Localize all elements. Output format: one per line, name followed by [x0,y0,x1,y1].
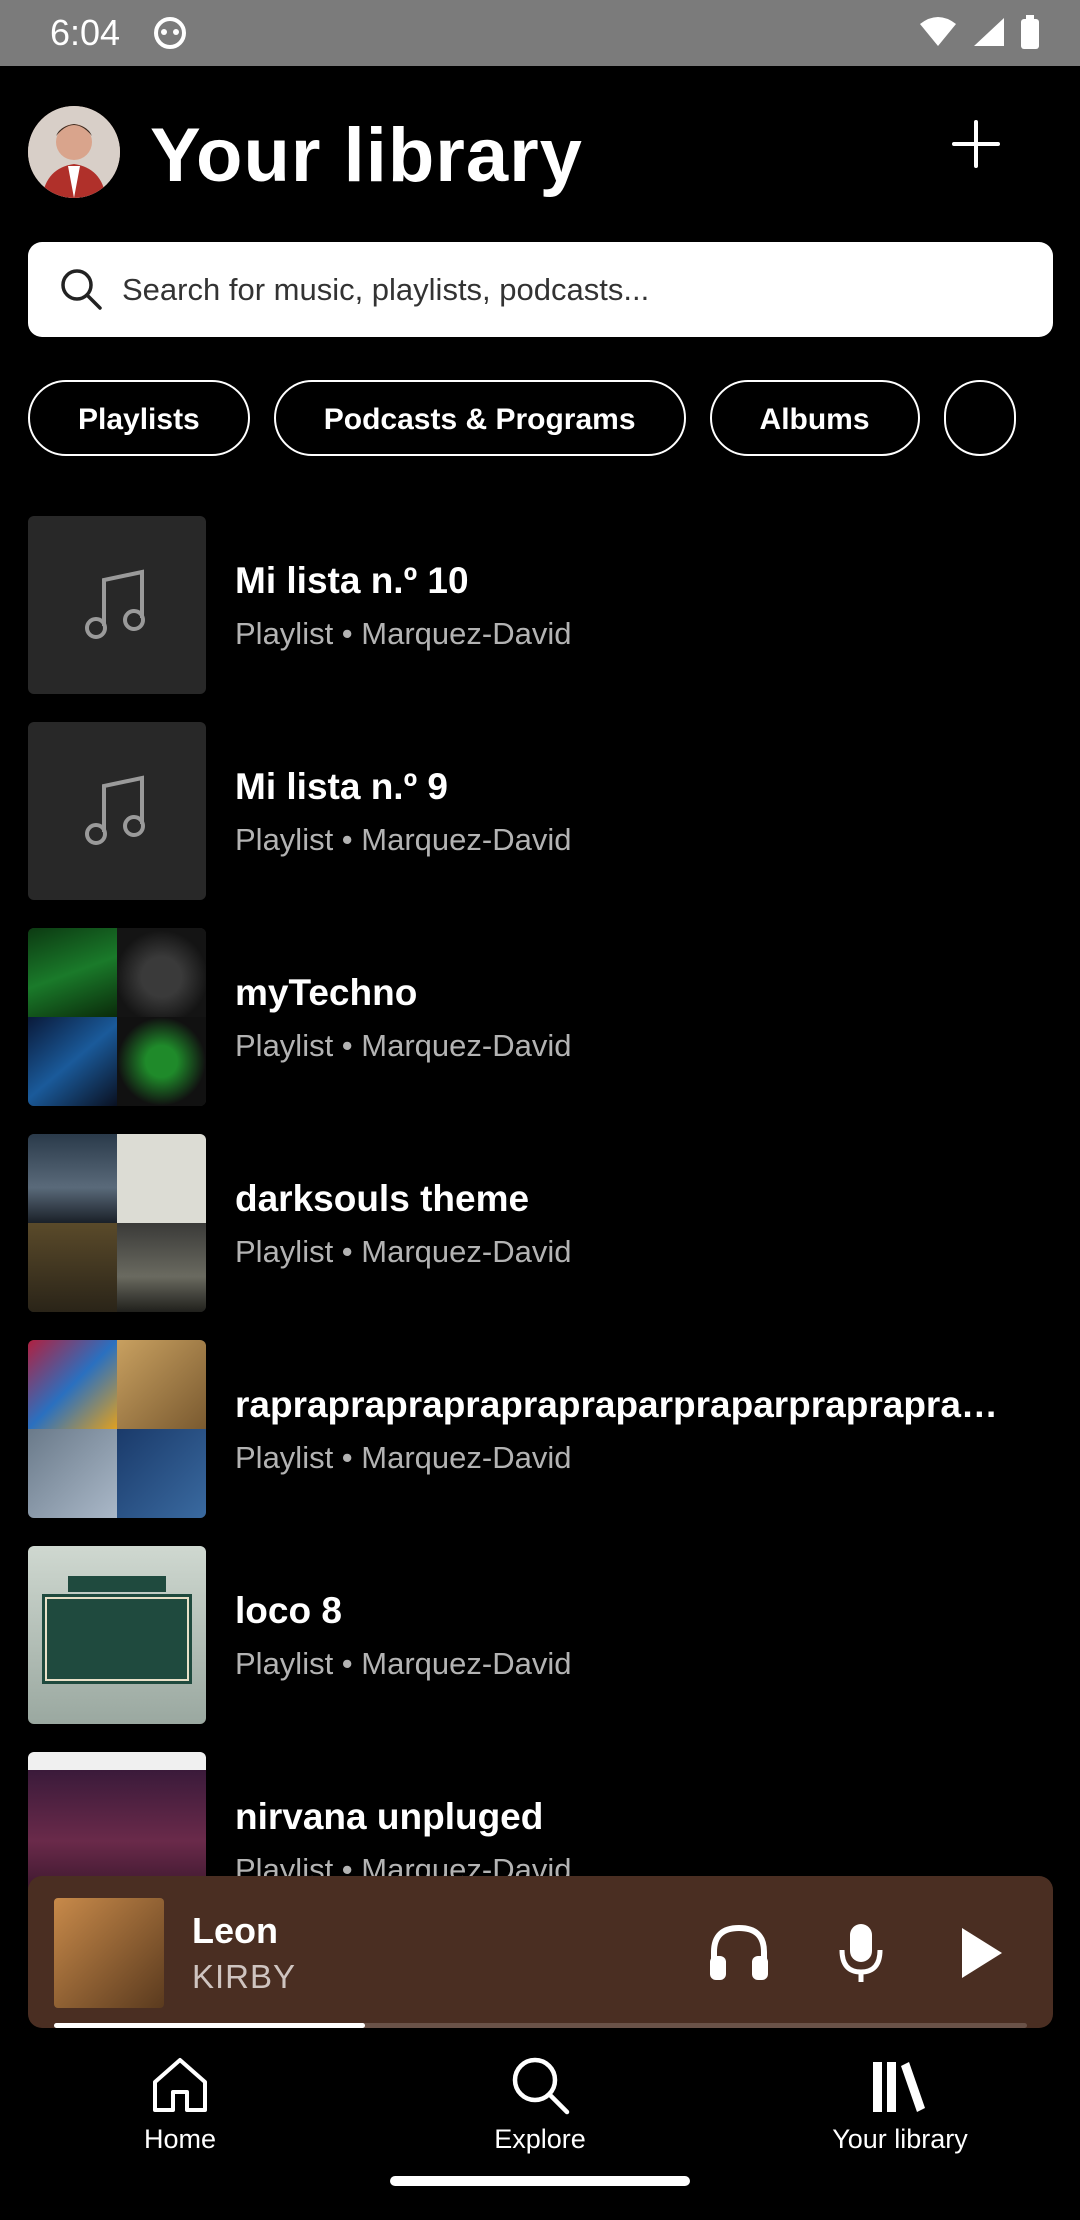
status-bar: 6:04 [0,0,1080,66]
nav-explore-label: Explore [494,2124,586,2154]
battery-icon [1021,15,1039,49]
notification-icon [154,17,186,49]
library-list: Mi lista n.º 10 Playlist • Marquez-David… [0,516,1080,1958]
search-icon [512,2057,570,2115]
now-playing-art [54,1898,164,2008]
filter-more[interactable] [943,380,1016,456]
playlist-cover [28,1134,206,1312]
gesture-home-bar[interactable] [390,2176,690,2186]
item-title: darksouls theme [235,1178,530,1219]
nav-home[interactable]: Home [70,2052,290,2155]
mini-player[interactable]: Leon KIRBY [28,1876,1053,2028]
item-subtitle: Playlist • Marquez-David [235,1234,572,1269]
music-note-icon [85,775,145,845]
list-item[interactable]: raprapraprapraprapraparpraparprapraprapr… [0,1340,1080,1546]
item-title: loco 8 [235,1590,342,1631]
page-title: Your library [150,113,583,198]
bottom-navigation: Home Explore Your library [0,2040,1080,2220]
status-time: 6:04 [50,12,121,53]
signal-icon [974,18,1004,46]
playlist-cover [28,1546,206,1724]
headphones-icon[interactable] [706,1920,772,1986]
music-note-icon [85,569,145,639]
playlist-cover [28,516,206,694]
filter-podcasts-programs[interactable]: Podcasts & Programs [273,380,686,456]
item-subtitle: Playlist • Marquez-David [235,616,572,651]
profile-avatar[interactable] [28,106,120,198]
now-playing-song: Leon [192,1910,278,1951]
playback-progress[interactable] [54,2023,1027,2028]
item-title: Mi lista n.º 9 [235,766,448,807]
home-icon [153,2058,207,2112]
now-playing-artist: KIRBY [192,1958,297,1995]
item-subtitle: Playlist • Marquez-David [235,822,572,857]
playlist-cover [28,722,206,900]
list-item[interactable]: loco 8 Playlist • Marquez-David [0,1546,1080,1752]
wifi-icon [920,17,956,46]
plus-icon[interactable] [950,118,1002,170]
item-subtitle: Playlist • Marquez-David [235,1440,572,1475]
list-item[interactable]: Mi lista n.º 10 Playlist • Marquez-David [0,516,1080,722]
item-title: nirvana unpluged [235,1796,544,1837]
item-title: myTechno [235,972,418,1013]
filter-albums[interactable]: Albums [709,380,920,456]
search-bar[interactable] [28,242,1053,337]
list-item[interactable]: myTechno Playlist • Marquez-David [0,928,1080,1134]
library-header: Your library [0,66,1080,236]
item-title: Mi lista n.º 10 [235,560,469,601]
list-item[interactable]: Mi lista n.º 9 Playlist • Marquez-David [0,722,1080,928]
play-icon[interactable] [946,1920,1012,1986]
library-icon [873,2062,925,2112]
nav-home-label: Home [143,2124,217,2154]
item-title: raprapraprapraprapraparpraparprapraprapr… [235,1384,1015,1425]
list-item[interactable]: darksouls theme Playlist • Marquez-David [0,1134,1080,1340]
playlist-cover [28,1340,206,1518]
item-subtitle: Playlist • Marquez-David [235,1646,572,1681]
microphone-icon[interactable] [828,1920,894,1986]
playback-progress-fill [54,2023,366,2028]
filter-chips: Playlists Podcasts & Programs Albums [28,380,1053,462]
playlist-cover [28,928,206,1106]
search-input[interactable] [120,260,1024,320]
search-icon [61,269,102,310]
filter-playlists[interactable]: Playlists [28,380,250,456]
nav-your-library[interactable]: Your library [790,2052,1010,2155]
nav-explore[interactable]: Explore [430,2052,650,2155]
item-subtitle: Playlist • Marquez-David [235,1028,572,1063]
nav-library-label: Your library [832,2124,968,2154]
